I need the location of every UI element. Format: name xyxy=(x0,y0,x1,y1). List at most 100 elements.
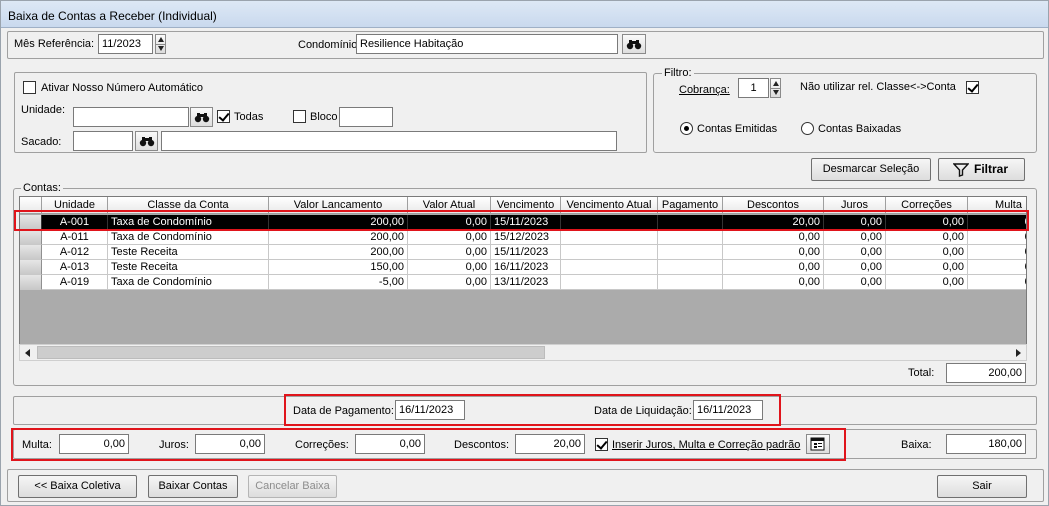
sacado-name-input[interactable] xyxy=(161,131,617,151)
desmarcar-selecao-button[interactable]: Desmarcar Seleção xyxy=(811,158,931,181)
bloco-input[interactable] xyxy=(339,107,393,127)
table-cell[interactable] xyxy=(561,260,658,275)
table-cell[interactable]: 0,00 xyxy=(968,275,1026,290)
data-pagamento-input[interactable]: 16/11/2023 xyxy=(395,400,465,420)
unidade-label: Unidade: xyxy=(21,104,66,116)
table-cell[interactable]: 0,00 xyxy=(886,260,968,275)
cobranca-spinner[interactable] xyxy=(770,78,781,98)
table-cell[interactable]: 150,00 xyxy=(269,260,408,275)
sacado-code-input[interactable] xyxy=(73,131,133,151)
table-cell[interactable] xyxy=(658,245,723,260)
row-indicator[interactable] xyxy=(20,245,42,260)
table-cell[interactable]: 200,00 xyxy=(269,230,408,245)
table-cell[interactable]: -5,00 xyxy=(269,275,408,290)
condominio-search-button[interactable] xyxy=(622,34,646,54)
inserir-padrao-checkbox[interactable] xyxy=(595,438,608,451)
table-row[interactable]: A-019 Taxa de Condomínio -5,00 0,00 13/11/20… xyxy=(20,275,1026,290)
row-indicator[interactable] xyxy=(20,260,42,275)
table-cell[interactable]: 0,00 xyxy=(408,260,491,275)
inserir-padrao-label: Inserir Juros, Multa e Correção padrão xyxy=(612,439,801,451)
table-cell[interactable] xyxy=(658,275,723,290)
data-liquidacao-label: Data de Liquidação: xyxy=(594,405,692,417)
table-cell[interactable]: 0,00 xyxy=(824,275,886,290)
table-cell[interactable]: 200,00 xyxy=(269,245,408,260)
table-row[interactable]: A-011 Taxa de Condomínio 200,00 0,00 15/12/2… xyxy=(20,230,1026,245)
sair-button[interactable]: Sair xyxy=(937,475,1027,498)
table-cell[interactable]: 0,00 xyxy=(408,230,491,245)
mes-input[interactable]: 11/2023 xyxy=(98,34,153,54)
table-cell[interactable]: 0,00 xyxy=(886,245,968,260)
baixa-label: Baixa: xyxy=(901,439,932,451)
baixa-coletiva-button[interactable]: << Baixa Coletiva xyxy=(18,475,137,498)
contas-baixadas-radio[interactable] xyxy=(801,122,814,135)
table-cell[interactable]: 16/11/2023 xyxy=(491,260,561,275)
table-cell[interactable]: 0,00 xyxy=(824,245,886,260)
table-cell[interactable]: 0,00 xyxy=(408,275,491,290)
mes-spinner[interactable] xyxy=(155,34,166,54)
table-cell[interactable]: 0,00 xyxy=(824,230,886,245)
table-cell[interactable]: 0,00 xyxy=(968,230,1026,245)
table-cell[interactable]: 0,00 xyxy=(723,230,824,245)
cobranca-input[interactable]: 1 xyxy=(738,78,769,98)
data-liquidacao-input[interactable]: 16/11/2023 xyxy=(693,400,763,420)
contas-emitidas-radio[interactable] xyxy=(680,122,693,135)
multa-input[interactable]: 0,00 xyxy=(59,434,129,454)
table-cell[interactable] xyxy=(561,230,658,245)
table-cell[interactable]: 13/11/2023 xyxy=(491,275,561,290)
table-cell[interactable]: 0,00 xyxy=(408,245,491,260)
table-cell[interactable] xyxy=(561,245,658,260)
table-cell[interactable]: A-019 xyxy=(42,275,108,290)
correcoes-input[interactable]: 0,00 xyxy=(355,434,425,454)
scroll-left-arrow-icon[interactable] xyxy=(20,345,36,360)
table-row[interactable]: A-013 Teste Receita 150,00 0,00 16/11/2023 0,… xyxy=(20,260,1026,275)
table-cell[interactable]: Taxa de Condomínio xyxy=(108,230,269,245)
scroll-right-arrow-icon[interactable] xyxy=(1010,345,1026,360)
table-cell[interactable] xyxy=(561,275,658,290)
table-cell[interactable]: 0,00 xyxy=(723,275,824,290)
condominio-input[interactable]: Resilience Habitação xyxy=(356,34,618,54)
table-cell[interactable]: A-012 xyxy=(42,245,108,260)
ativar-checkbox[interactable] xyxy=(23,81,36,94)
unidade-input[interactable] xyxy=(73,107,189,127)
row-indicator[interactable] xyxy=(20,230,42,245)
binoculars-icon xyxy=(194,113,210,123)
table-cell[interactable] xyxy=(658,230,723,245)
contas-title: Contas: xyxy=(21,182,63,194)
table-cell[interactable]: 0,00 xyxy=(723,260,824,275)
table-cell[interactable]: Taxa de Condomínio xyxy=(108,275,269,290)
unidade-search-button[interactable] xyxy=(190,107,213,127)
table-cell[interactable]: 0,00 xyxy=(824,260,886,275)
bloco-checkbox[interactable] xyxy=(293,110,306,123)
table-cell[interactable]: 0,00 xyxy=(968,260,1026,275)
table-cell[interactable] xyxy=(658,260,723,275)
bloco-label: Bloco xyxy=(310,111,338,123)
data-pagamento-label: Data de Pagamento: xyxy=(293,405,394,417)
cancelar-baixa-button[interactable]: Cancelar Baixa xyxy=(248,475,337,498)
juros-input[interactable]: 0,00 xyxy=(195,434,265,454)
funnel-icon xyxy=(953,163,969,177)
table-row[interactable]: A-012 Teste Receita 200,00 0,00 15/11/2023 0,… xyxy=(20,245,1026,260)
correcoes-label: Correções: xyxy=(295,439,349,451)
table-cell[interactable]: A-013 xyxy=(42,260,108,275)
table-cell[interactable]: Teste Receita xyxy=(108,260,269,275)
horizontal-scrollbar[interactable] xyxy=(19,344,1027,361)
table-cell[interactable]: Teste Receita xyxy=(108,245,269,260)
table-cell[interactable]: 0,00 xyxy=(886,230,968,245)
table-cell[interactable]: 15/11/2023 xyxy=(491,245,561,260)
table-cell[interactable]: 0,00 xyxy=(886,275,968,290)
nao-utilizar-checkbox[interactable] xyxy=(966,81,979,94)
table-cell[interactable]: 0,00 xyxy=(968,245,1026,260)
table-cell[interactable]: A-011 xyxy=(42,230,108,245)
baixa-field[interactable]: 180,00 xyxy=(946,434,1026,454)
sacado-search-button[interactable] xyxy=(135,131,158,151)
todas-checkbox[interactable] xyxy=(217,110,230,123)
descontos-input[interactable]: 20,00 xyxy=(515,434,585,454)
sacado-label: Sacado: xyxy=(21,136,62,148)
scroll-thumb[interactable] xyxy=(37,346,545,359)
filtrar-button[interactable]: Filtrar xyxy=(938,158,1025,181)
inserir-padrao-options-button[interactable] xyxy=(806,434,830,454)
table-cell[interactable]: 0,00 xyxy=(723,245,824,260)
baixar-contas-button[interactable]: Baixar Contas xyxy=(148,475,238,498)
row-indicator[interactable] xyxy=(20,275,42,290)
table-cell[interactable]: 15/12/2023 xyxy=(491,230,561,245)
